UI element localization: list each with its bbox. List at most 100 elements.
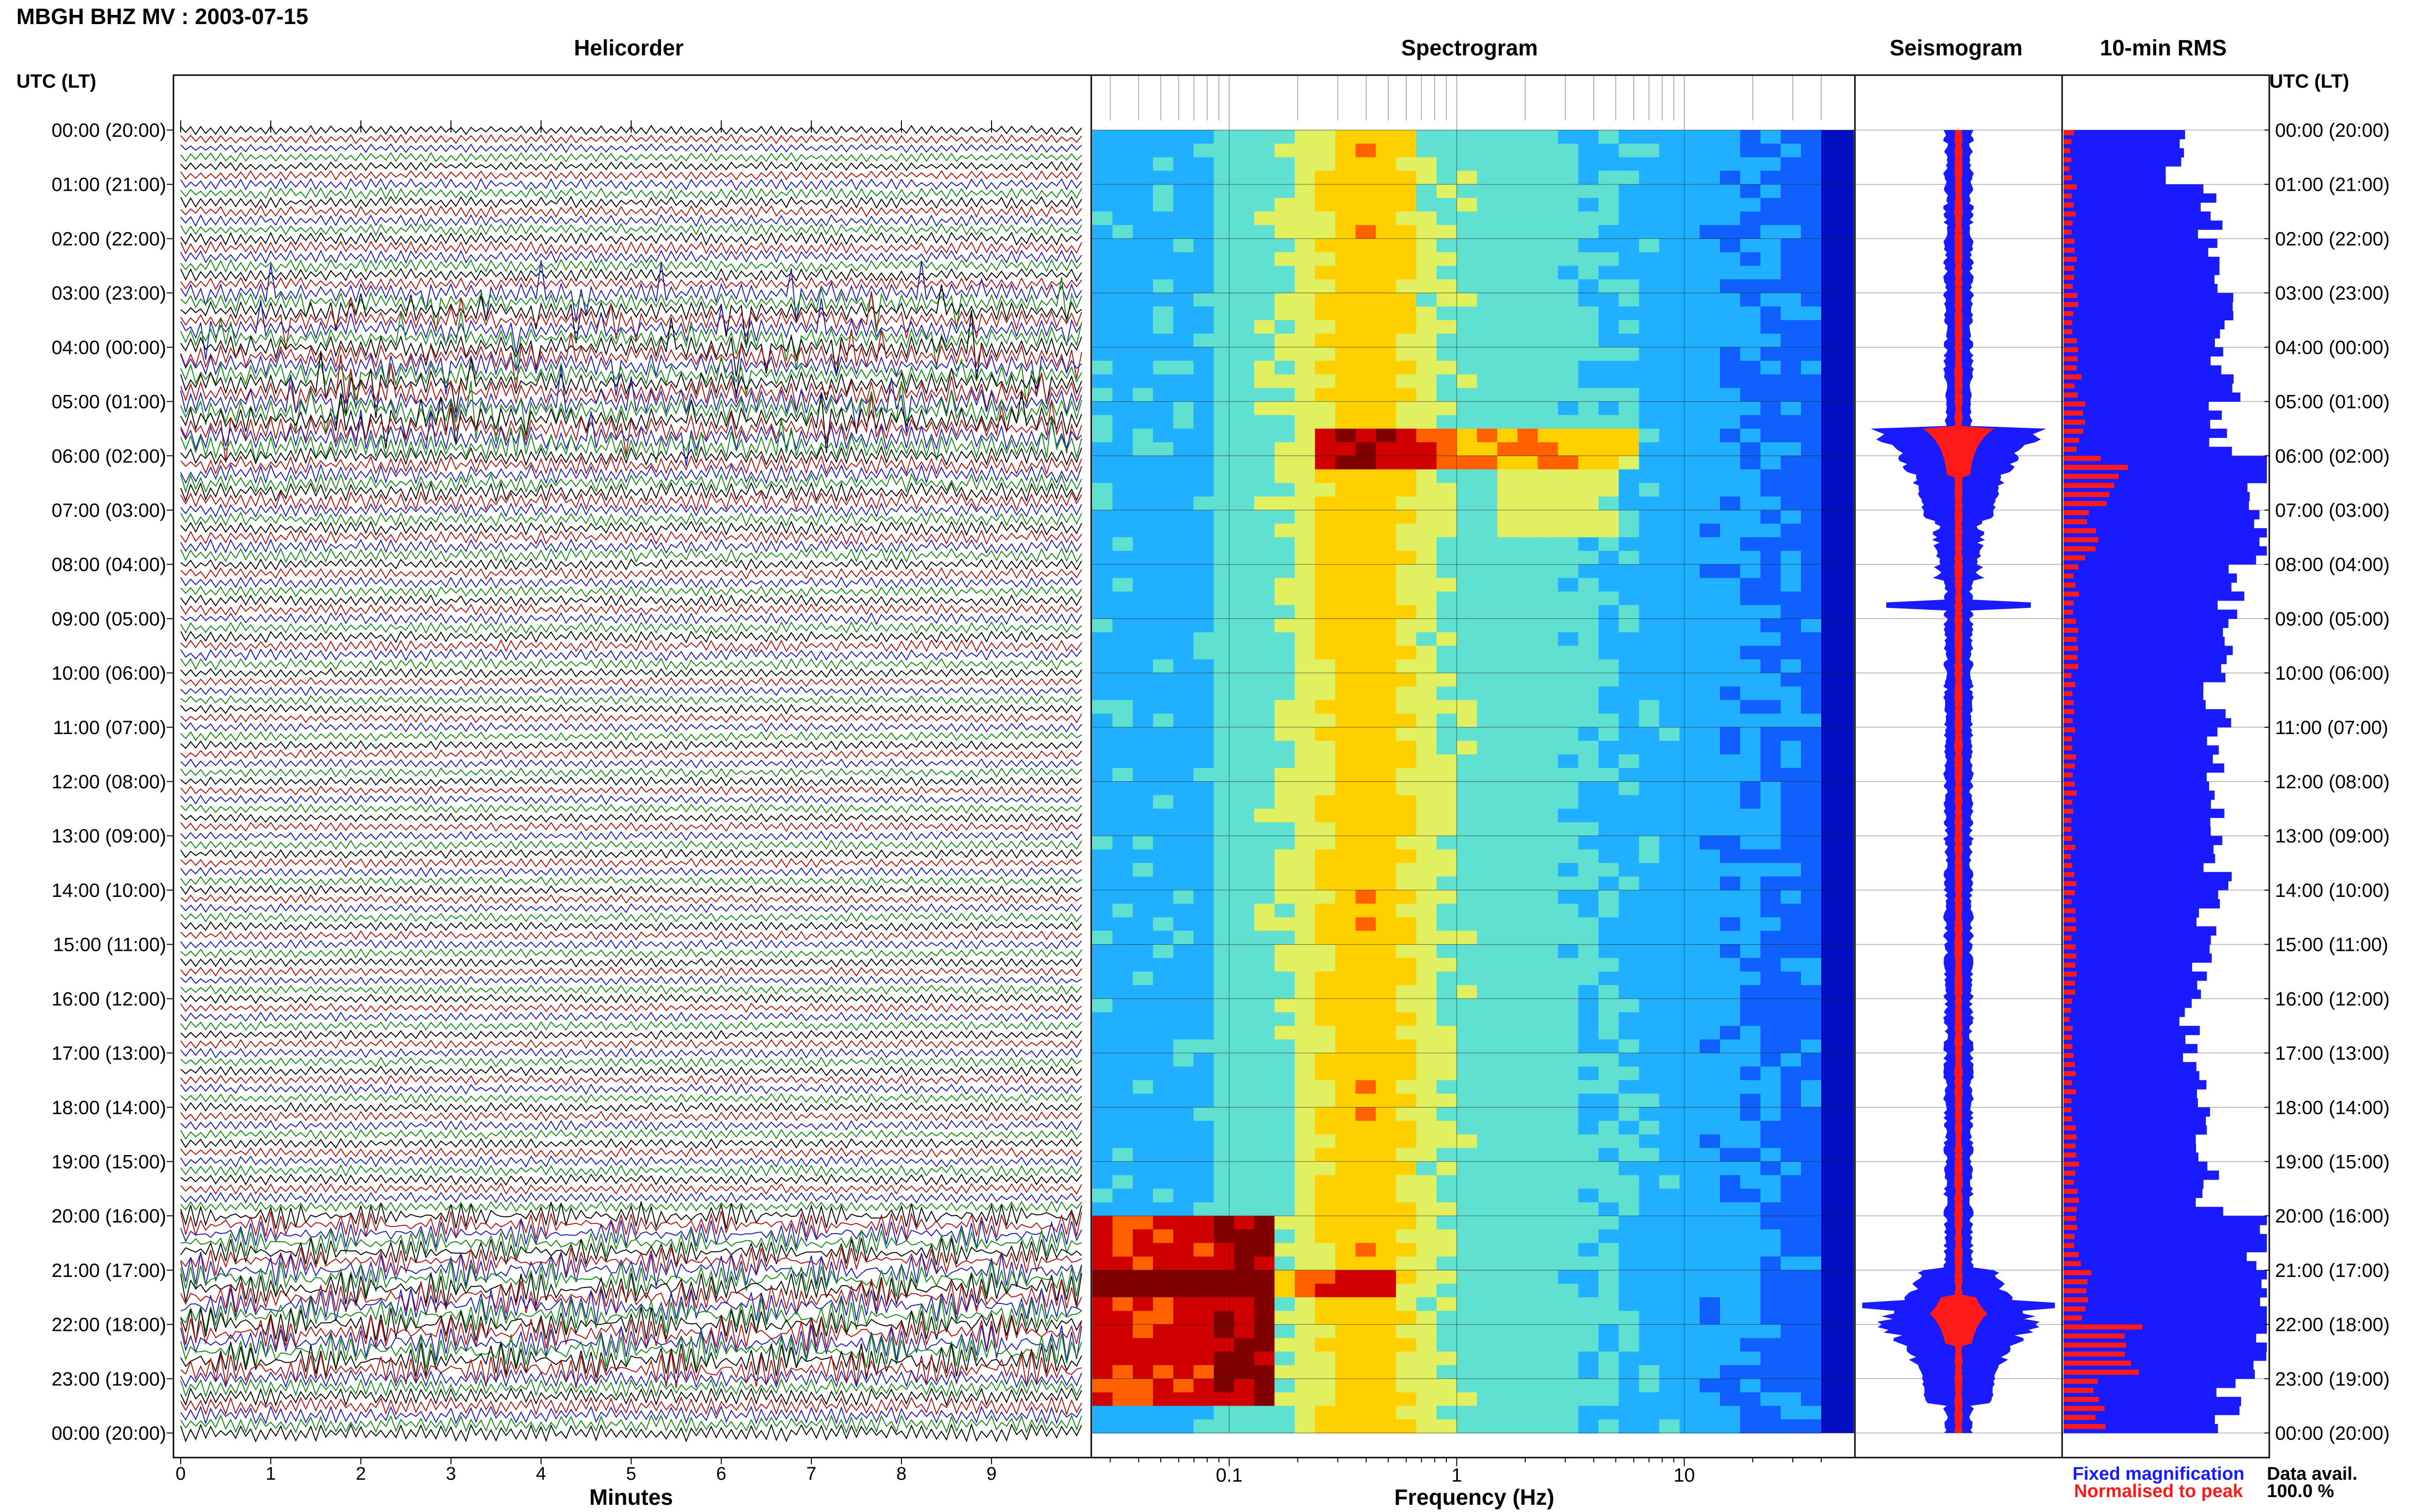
spectrogram-cell bbox=[1295, 822, 1316, 836]
spectrogram-cell bbox=[1254, 645, 1275, 660]
rms-normalised-bar bbox=[2064, 392, 2078, 398]
spectrogram-cell bbox=[1295, 958, 1316, 972]
spectrogram-cell bbox=[1517, 1148, 1538, 1162]
spectrogram-cell bbox=[1639, 632, 1660, 646]
spectrogram-cell bbox=[1153, 238, 1174, 253]
spectrogram-cell bbox=[1659, 999, 1680, 1013]
spectrogram-cell bbox=[1801, 1107, 1822, 1121]
spectrogram-cell bbox=[1315, 985, 1336, 999]
spectrogram-cell bbox=[1436, 1107, 1457, 1121]
rms-fixed-bar bbox=[2064, 211, 2211, 221]
spectrogram-cell bbox=[1092, 171, 1113, 185]
spectrogram-cell bbox=[1598, 1216, 1619, 1230]
spectrogram-cell bbox=[1416, 347, 1437, 361]
spectrogram-cell bbox=[1335, 849, 1356, 864]
spectrogram-cell bbox=[1153, 686, 1174, 701]
spectrogram-cell bbox=[1477, 1093, 1498, 1108]
rms-normalised-bar bbox=[2064, 817, 2072, 823]
spectrogram-cell bbox=[1598, 781, 1619, 796]
spectrogram-cell bbox=[1456, 727, 1478, 741]
spectrogram-cell bbox=[1801, 1270, 1822, 1284]
spectrogram-cell bbox=[1517, 184, 1538, 198]
spectrogram-cell bbox=[1801, 401, 1822, 416]
spectrogram-cell bbox=[1659, 1066, 1680, 1081]
spectrogram-cell bbox=[1295, 727, 1316, 741]
spectrogram-cell bbox=[1153, 1120, 1174, 1135]
spectrogram-cell bbox=[1558, 1216, 1579, 1230]
spectrogram-cell bbox=[1537, 985, 1559, 999]
spectrogram-cell bbox=[1254, 1148, 1275, 1162]
spectrogram-cell bbox=[1416, 1406, 1437, 1420]
spectrogram-cell bbox=[1214, 469, 1234, 484]
spectrogram-cell bbox=[1760, 1012, 1781, 1026]
spectrogram-cell bbox=[1295, 1026, 1316, 1040]
spectrogram-cell bbox=[1295, 1338, 1316, 1352]
spectrogram-cell bbox=[1578, 388, 1599, 402]
spectrogram-cell bbox=[1780, 374, 1801, 389]
spectrogram-cell bbox=[1497, 795, 1518, 809]
spectrogram-cell bbox=[1335, 197, 1356, 212]
utc-label-right: UTC (LT) bbox=[2269, 71, 2349, 92]
spectrogram-cell bbox=[1456, 197, 1478, 212]
spectrogram-cell bbox=[1537, 1148, 1559, 1162]
spectrogram-cell bbox=[1173, 1379, 1194, 1393]
spectrogram-cell bbox=[1740, 1026, 1761, 1040]
spectrogram-cell bbox=[1234, 917, 1255, 932]
spectrogram-cell bbox=[1254, 1175, 1275, 1189]
spectrogram-cell bbox=[1760, 1039, 1781, 1053]
spectrogram-cell bbox=[1639, 238, 1660, 253]
spectrogram-cell bbox=[1173, 1324, 1194, 1339]
spectrogram-cell bbox=[1760, 415, 1781, 429]
spectrogram-cell bbox=[1517, 944, 1538, 959]
spectrogram-cell bbox=[1699, 904, 1721, 918]
spectrogram-cell bbox=[1315, 510, 1336, 524]
spectrogram-cell bbox=[1740, 130, 1761, 144]
spectrogram-cell bbox=[1760, 551, 1781, 565]
spectrogram-cell bbox=[1436, 578, 1457, 592]
rms-normalised-bar bbox=[2064, 980, 2075, 986]
spectrogram-cell bbox=[1558, 1392, 1579, 1407]
spectrogram-cell bbox=[1193, 524, 1214, 538]
spectrogram-cell bbox=[1133, 931, 1153, 945]
spectrogram-cell bbox=[1497, 320, 1518, 334]
spectrogram-cell bbox=[1740, 849, 1761, 864]
spectrogram-cell bbox=[1133, 890, 1153, 904]
spectrogram-cell bbox=[1578, 279, 1599, 293]
spectrogram-cell bbox=[1274, 456, 1296, 470]
rms-normalised-bar bbox=[2064, 130, 2074, 135]
spectrogram-cell bbox=[1720, 1134, 1741, 1149]
spectrogram-cell bbox=[1537, 483, 1559, 497]
spectrogram-cell bbox=[1477, 972, 1498, 986]
spectrogram-cell bbox=[1396, 225, 1417, 239]
spectrogram-cell bbox=[1133, 428, 1153, 443]
spectrogram-cell bbox=[1740, 578, 1761, 592]
rms-normalised-bar bbox=[2064, 618, 2076, 624]
rms-normalised-bar bbox=[2064, 836, 2073, 841]
spectrogram-cell bbox=[1254, 1012, 1275, 1026]
spectrogram-cell bbox=[1396, 822, 1417, 836]
spectrogram-cell bbox=[1639, 1012, 1660, 1026]
spectrogram-cell bbox=[1639, 1175, 1660, 1189]
rms-fixed-bar bbox=[2064, 655, 2227, 664]
spectrogram-cell bbox=[1295, 931, 1316, 945]
rms-fixed-bar bbox=[2064, 628, 2223, 637]
spectrogram-cell bbox=[1295, 836, 1316, 850]
spectrogram-cell bbox=[1416, 211, 1437, 226]
spectrogram-cell bbox=[1780, 808, 1801, 823]
spectrogram-cell bbox=[1618, 1188, 1640, 1203]
spectrogram-cell bbox=[1456, 876, 1478, 891]
spectrogram-cell bbox=[1497, 361, 1518, 375]
spectrogram-cell bbox=[1112, 1406, 1133, 1420]
spectrogram-cell bbox=[1153, 401, 1174, 416]
spectrogram-cell bbox=[1720, 836, 1741, 850]
spectrogram-cell bbox=[1133, 1107, 1153, 1121]
spectrogram-cell bbox=[1153, 1134, 1174, 1149]
spectrogram-cell bbox=[1537, 496, 1559, 511]
spectrogram-cell bbox=[1335, 1311, 1356, 1325]
spectrogram-cell bbox=[1740, 551, 1761, 565]
spectrogram-cell bbox=[1193, 1243, 1214, 1257]
spectrogram-cell bbox=[1477, 904, 1498, 918]
spectrogram-cell bbox=[1396, 741, 1417, 755]
spectrogram-cell bbox=[1193, 1365, 1214, 1380]
spectrogram-cell bbox=[1214, 1066, 1234, 1081]
